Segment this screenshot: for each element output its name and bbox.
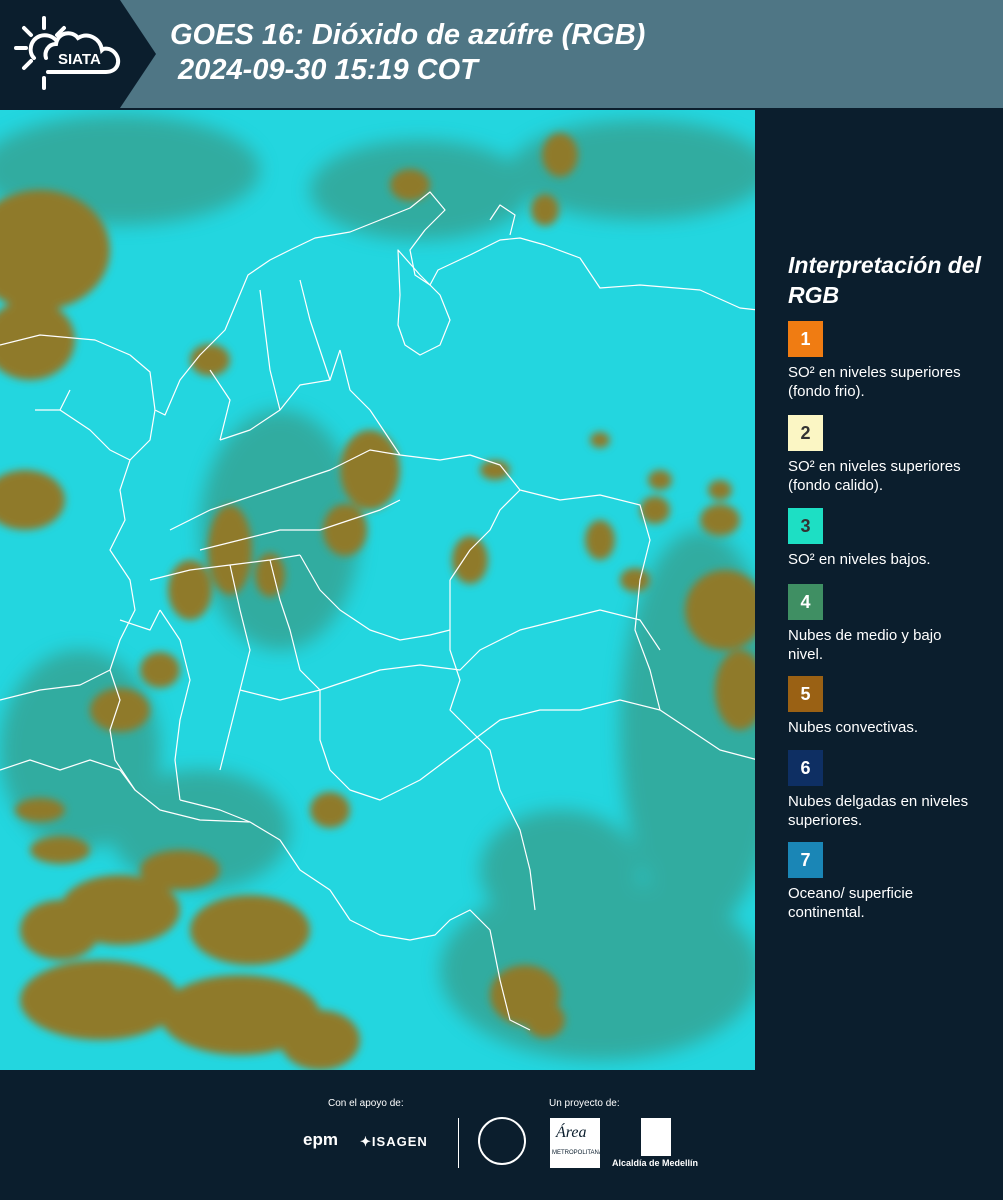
amva-logo-subtext: METROPOLITANA [552,1150,603,1156]
siata-logo-text: SIATA [58,51,101,68]
legend-swatch-2: 2 [788,415,823,451]
legend-text-6: Nubes delgadas en niveles superiores. [788,793,969,829]
title-line-2: 2024-09-30 15:19 COT [170,54,478,86]
legend-item-2: 2 SO² en niveles superiores (fondo calid… [788,415,988,495]
footer-divider [458,1118,459,1168]
legend-number-6: 6 [800,757,811,778]
legend-swatch-5: 5 [788,676,823,712]
legend-text-5: Nubes convectivas. [788,719,919,736]
legend-swatch-4: 4 [788,584,823,620]
isagen-logo: ✦ISAGEN [360,1134,428,1149]
legend-item-5: 5 Nubes convectivas. [788,676,988,737]
page-title: GOES 16: Dióxido de azúfre (RGB) 2024-09… [170,18,645,88]
epm-logo-text: epm [303,1130,338,1149]
legend-swatch-1: 1 [788,321,823,357]
amva-logo: Área METROPOLITANA [550,1118,603,1168]
legend-number-7: 7 [800,849,811,870]
footer: Con el apoyo de: Un proyecto de: epm ✦IS… [0,1070,1003,1200]
legend-text-3: SO² en niveles bajos. [788,551,931,568]
legend-text-7: Oceano/ superficie continental. [788,885,914,921]
map-edge [755,110,760,1070]
header: SIATA GOES 16: Dióxido de azúfre (RGB) 2… [0,0,1003,110]
legend-item-4: 4 Nubes de medio y bajo nivel. [788,584,988,664]
legend-item-6: 6 Nubes delgadas en niveles superiores. [788,750,988,830]
legend-number-3: 3 [800,515,811,536]
alcaldia-logo-text: Alcaldía de Medellín [612,1158,699,1168]
legend-item-3: 3 SO² en niveles bajos. [788,508,988,569]
medellin-seal-icon [478,1117,526,1165]
project-label: Un proyecto de: [549,1098,620,1109]
epm-logo: epm [303,1130,338,1150]
title-line-1: GOES 16: Dióxido de azúfre (RGB) [170,19,646,51]
legend-text-2: SO² en niveles superiores (fondo calido)… [788,458,961,494]
legend-text-1: SO² en niveles superiores (fondo frio). [788,364,961,400]
satellite-image [0,110,760,1070]
legend-text-4: Nubes de medio y bajo nivel. [788,627,942,663]
isagen-logo-text: ISAGEN [371,1134,428,1149]
legend-number-2: 2 [800,422,811,443]
satellite-map [0,110,760,1070]
support-label: Con el apoyo de: [328,1098,404,1109]
alcaldia-shield-icon [641,1118,671,1156]
legend-panel: Interpretación del RGB 1 SO² en niveles … [762,110,1003,1070]
legend-number-4: 4 [800,591,811,612]
legend-number-5: 5 [800,683,811,704]
legend-item-7: 7 Oceano/ superficie continental. [788,842,988,922]
amva-logo-text: Área [556,1124,587,1141]
siata-logo: SIATA [14,16,121,90]
legend-swatch-7: 7 [788,842,823,878]
legend-swatch-3: 3 [788,508,823,544]
legend-swatch-6: 6 [788,750,823,786]
legend-number-1: 1 [800,328,811,349]
legend-item-1: 1 SO² en niveles superiores (fondo frio)… [788,321,988,401]
legend-title: Interpretación del RGB [788,252,981,308]
